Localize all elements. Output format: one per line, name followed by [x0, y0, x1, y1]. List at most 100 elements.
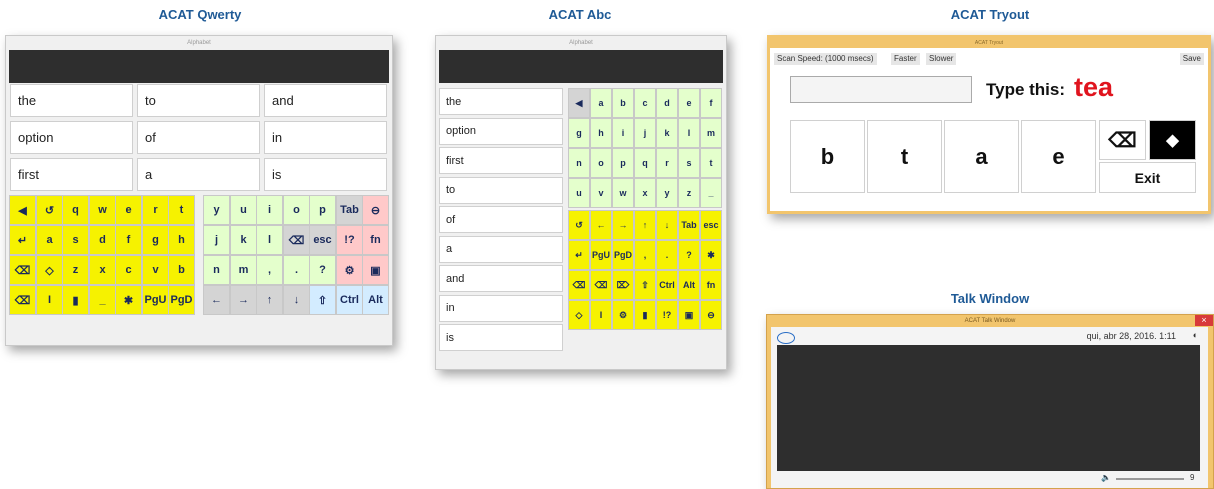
abc-key-sym-39[interactable]: . — [656, 240, 678, 270]
key-pgu-47[interactable]: PgU — [142, 285, 169, 315]
key-n-35[interactable]: n — [203, 255, 230, 285]
abc-key-sym-55[interactable]: ⊖ — [700, 300, 722, 330]
abc-key-h-8[interactable]: h — [590, 118, 612, 148]
abc-key-esc-34[interactable]: esc — [700, 210, 722, 240]
abc-key-y-25[interactable]: y — [656, 178, 678, 208]
abc-key-ctrl-46[interactable]: Ctrl — [656, 270, 678, 300]
key-alt-55[interactable]: Alt — [362, 285, 389, 315]
key-l-23[interactable]: l — [256, 225, 283, 255]
eraser-button[interactable]: ⬥ — [1149, 120, 1196, 160]
abc-key-pgu-36[interactable]: PgU — [590, 240, 612, 270]
abc-key-p-16[interactable]: p — [612, 148, 634, 178]
key-d-17[interactable]: d — [89, 225, 116, 255]
key-sym-46[interactable]: ✱ — [115, 285, 142, 315]
word-prediction-in[interactable]: in — [264, 121, 387, 154]
slower-button[interactable]: Slower — [926, 53, 957, 65]
key-m-36[interactable]: m — [230, 255, 257, 285]
abc-key-m-13[interactable]: m — [700, 118, 722, 148]
word-prediction-the[interactable]: the — [10, 84, 133, 117]
abc-key-a-1[interactable]: a — [590, 88, 612, 118]
abc-key-alt-47[interactable]: Alt — [678, 270, 700, 300]
tryout-key-a[interactable]: a — [944, 120, 1019, 193]
key-sym-52[interactable]: ↓ — [283, 285, 310, 315]
key-u-8[interactable]: u — [230, 195, 257, 225]
abc-key-sym-45[interactable]: ⇧ — [634, 270, 656, 300]
word-prediction-is[interactable]: is — [439, 324, 563, 351]
key-k-22[interactable]: k — [230, 225, 257, 255]
settings-toggle-icon[interactable]: ◐ — [1193, 330, 1198, 340]
key-sym-26[interactable]: !? — [336, 225, 363, 255]
abc-key-fn-48[interactable]: fn — [700, 270, 722, 300]
abc-text-display[interactable] — [439, 50, 723, 83]
word-prediction-the[interactable]: the — [439, 88, 563, 115]
abc-key-sym-27[interactable]: _ — [700, 178, 722, 208]
abc-key-q-17[interactable]: q — [634, 148, 656, 178]
word-prediction-to[interactable]: to — [137, 84, 260, 117]
key-w-3[interactable]: w — [89, 195, 116, 225]
abc-key-v-22[interactable]: v — [590, 178, 612, 208]
key-sym-1[interactable]: ↺ — [36, 195, 63, 225]
key-b-34[interactable]: b — [168, 255, 195, 285]
abc-key-j-10[interactable]: j — [634, 118, 656, 148]
key-sym-53[interactable]: ⇧ — [309, 285, 336, 315]
key-sym-38[interactable]: . — [283, 255, 310, 285]
abc-key-g-7[interactable]: g — [568, 118, 590, 148]
abc-key-o-15[interactable]: o — [590, 148, 612, 178]
backspace-button[interactable]: ⌫ — [1099, 120, 1146, 160]
key-sym-42[interactable]: ⌫ — [9, 285, 36, 315]
key-sym-45[interactable]: _ — [89, 285, 116, 315]
key-sym-29[interactable]: ◇ — [36, 255, 63, 285]
word-prediction-option[interactable]: option — [439, 117, 563, 145]
abc-key-sym-32[interactable]: ↓ — [656, 210, 678, 240]
abc-key-sym-49[interactable]: ◇ — [568, 300, 590, 330]
key-sym-14[interactable]: ↵ — [9, 225, 36, 255]
word-prediction-and[interactable]: and — [439, 265, 563, 292]
word-prediction-option[interactable]: option — [10, 121, 133, 154]
abc-key-n-14[interactable]: n — [568, 148, 590, 178]
word-prediction-a[interactable]: a — [137, 158, 260, 191]
abc-key-b-2[interactable]: b — [612, 88, 634, 118]
abc-key-z-26[interactable]: z — [678, 178, 700, 208]
key-sym-49[interactable]: ← — [203, 285, 230, 315]
abc-key-sym-43[interactable]: ⌫ — [590, 270, 612, 300]
abc-key-sym-53[interactable]: !? — [656, 300, 678, 330]
abc-key-l-12[interactable]: l — [678, 118, 700, 148]
key-t-6[interactable]: t — [168, 195, 195, 225]
key-x-31[interactable]: x — [89, 255, 116, 285]
key-g-19[interactable]: g — [142, 225, 169, 255]
abc-key-u-21[interactable]: u — [568, 178, 590, 208]
key-v-33[interactable]: v — [142, 255, 169, 285]
key-a-15[interactable]: a — [36, 225, 63, 255]
key-sym-24[interactable]: ⌫ — [283, 225, 310, 255]
abc-key-sym-52[interactable]: ▮ — [634, 300, 656, 330]
abc-key-i-50[interactable]: I — [590, 300, 612, 330]
volume-slider[interactable] — [1116, 478, 1184, 480]
abc-key-sym-38[interactable]: , — [634, 240, 656, 270]
abc-key-sym-0[interactable]: ◀ — [568, 88, 590, 118]
qwerty-text-display[interactable] — [9, 50, 389, 83]
abc-key-sym-35[interactable]: ↵ — [568, 240, 590, 270]
word-prediction-in[interactable]: in — [439, 294, 563, 322]
key-esc-25[interactable]: esc — [309, 225, 336, 255]
key-tab-12[interactable]: Tab — [336, 195, 363, 225]
abc-key-r-18[interactable]: r — [656, 148, 678, 178]
abc-key-sym-51[interactable]: ⚙ — [612, 300, 634, 330]
key-i-43[interactable]: I — [36, 285, 63, 315]
key-q-2[interactable]: q — [62, 195, 89, 225]
key-c-32[interactable]: c — [115, 255, 142, 285]
abc-key-sym-31[interactable]: ↑ — [634, 210, 656, 240]
close-button[interactable]: × — [1195, 315, 1213, 326]
exit-button[interactable]: Exit — [1099, 162, 1196, 193]
abc-key-k-11[interactable]: k — [656, 118, 678, 148]
key-j-21[interactable]: j — [203, 225, 230, 255]
abc-key-sym-29[interactable]: ← — [590, 210, 612, 240]
key-o-10[interactable]: o — [283, 195, 310, 225]
talk-text-area[interactable] — [777, 345, 1200, 471]
abc-key-t-20[interactable]: t — [700, 148, 722, 178]
key-z-30[interactable]: z — [62, 255, 89, 285]
key-f-18[interactable]: f — [115, 225, 142, 255]
abc-key-w-23[interactable]: w — [612, 178, 634, 208]
tryout-key-b[interactable]: b — [790, 120, 865, 193]
word-prediction-to[interactable]: to — [439, 176, 563, 204]
key-i-9[interactable]: i — [256, 195, 283, 225]
